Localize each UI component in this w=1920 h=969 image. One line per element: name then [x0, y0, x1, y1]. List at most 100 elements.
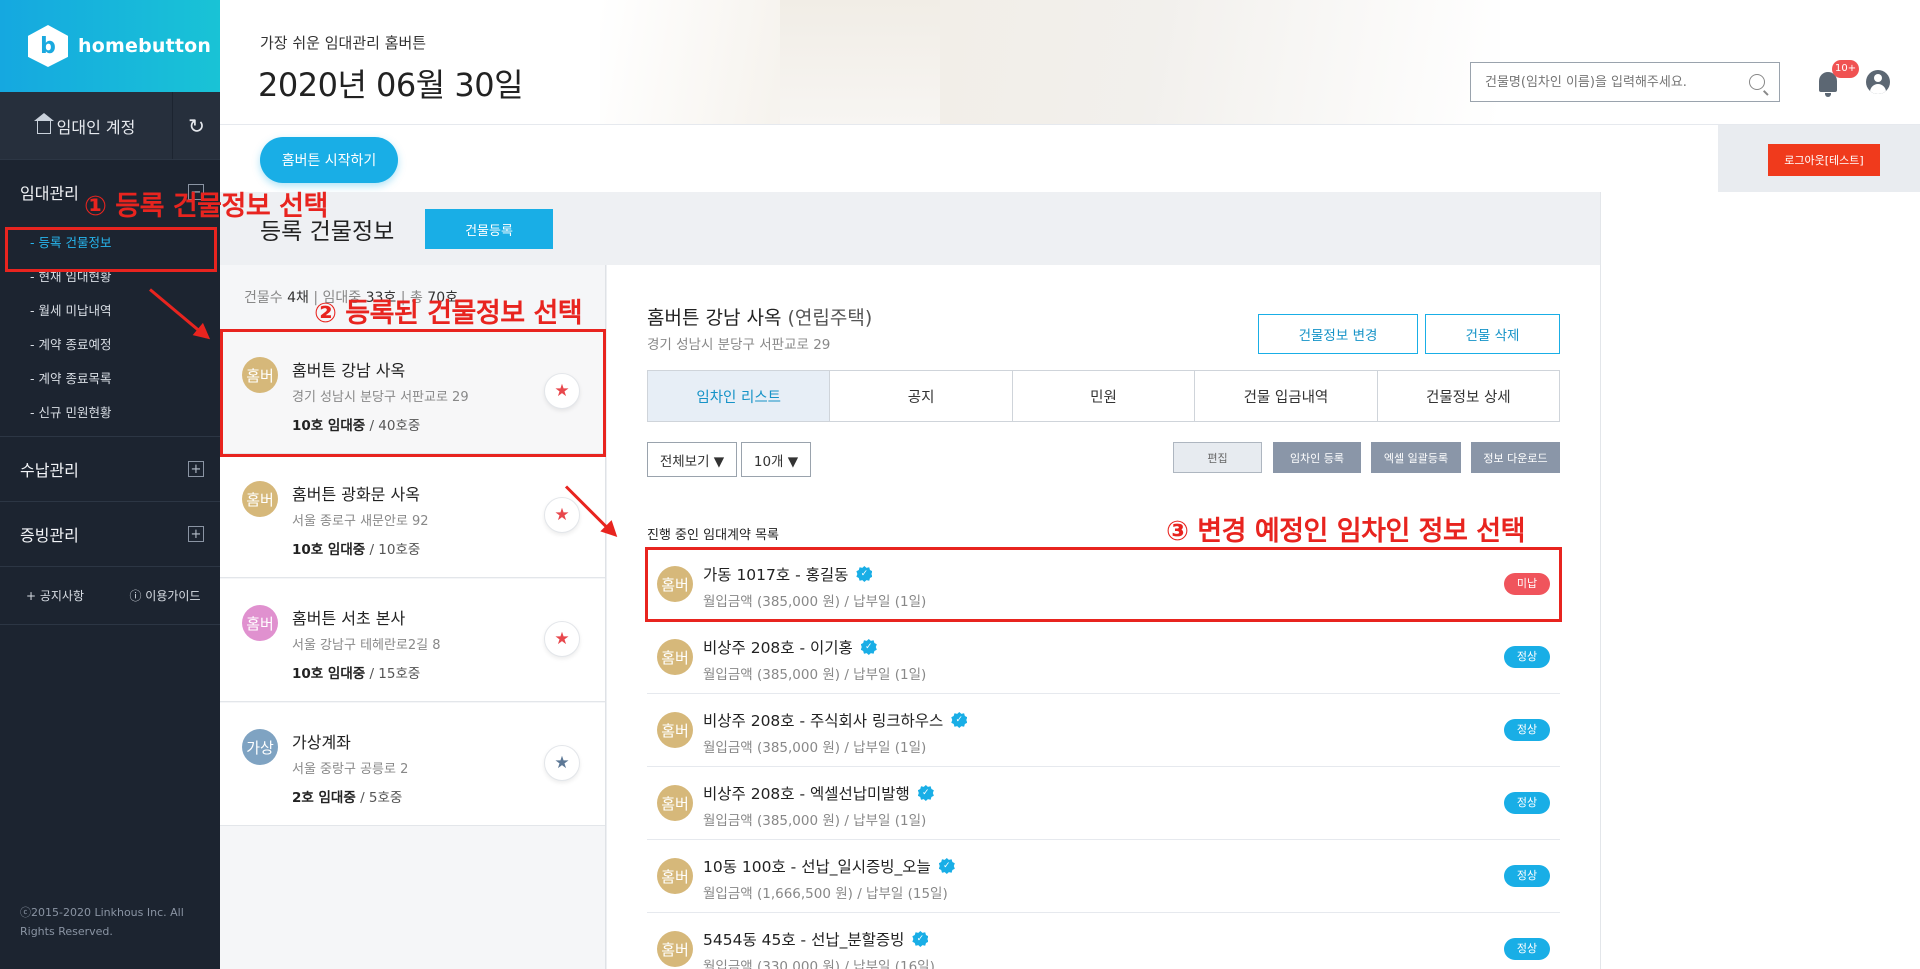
units-total: / 10호중: [369, 542, 421, 558]
verified-icon: ✓: [938, 858, 955, 874]
tab-tenant-list[interactable]: 임차인 리스트: [648, 371, 831, 421]
date-title: 2020년 06월 30일: [258, 66, 524, 104]
register-building-button[interactable]: 건물등록: [425, 209, 553, 249]
side-links: + 공지사항 ⓘ 이용가이드: [0, 567, 220, 625]
building-avatar: 홈버: [242, 357, 278, 393]
building-card[interactable]: 가상 가상계좌 서울 중랑구 공릉로 2 2호 임대중 / 5호중 ★: [220, 703, 605, 826]
logo[interactable]: b homebutton: [0, 0, 220, 92]
download-info-button[interactable]: 정보 다운로드: [1471, 442, 1560, 473]
tenant-name: 10동 100호 - 선납_일시증빙_오늘 ✓: [703, 855, 955, 877]
tenant-row[interactable]: 홈버 10동 100호 - 선납_일시증빙_오늘 ✓ 월입금액 (1,666,50…: [647, 840, 1560, 913]
building-card[interactable]: 홈버 홈버튼 서초 본사 서울 강남구 테헤란로2길 8 10호 임대중 / 1…: [220, 579, 605, 702]
menu-head-receipts[interactable]: 증빙관리 +: [0, 502, 220, 566]
tenant-avatar: 홈버: [657, 566, 693, 602]
search-box: [1470, 62, 1780, 102]
detail-building-name: 홈버튼 강남 사옥: [647, 307, 782, 329]
building-units: 10호 임대중 / 40호중: [292, 414, 420, 434]
page-size-select[interactable]: 10개 ▼: [741, 442, 811, 477]
tenant-name-text: 비상주 208호 - 엑셀선납미발행: [703, 785, 910, 803]
search-input[interactable]: [1485, 74, 1749, 90]
verified-icon: ✓: [912, 931, 929, 947]
sub-item-ended[interactable]: - 계약 종료목록: [0, 360, 220, 394]
stat-label: 건물수: [244, 290, 283, 306]
tenant-avatar: 홈버: [657, 712, 693, 748]
top-bar: 홈버튼 시작하기 로그아웃[테스트]: [220, 124, 1920, 193]
tenant-row[interactable]: 홈버 5454동 45호 - 선납_분할증빙 ✓ 월입금액 (330,000 원)…: [647, 913, 1560, 969]
sub-item-current-rentals[interactable]: - 현재 임대현황: [0, 258, 220, 292]
sub-item-complaints[interactable]: - 신규 민원현황: [0, 394, 220, 428]
tenant-row[interactable]: 홈버 비상주 208호 - 이기홍 ✓ 월입금액 (385,000 원) / 납부…: [647, 621, 1560, 694]
tab-complaints[interactable]: 민원: [1012, 371, 1196, 421]
tab-notice[interactable]: 공지: [830, 371, 1013, 421]
delete-building-button[interactable]: 건물 삭제: [1425, 314, 1560, 354]
verified-icon: ✓: [856, 566, 873, 582]
header-background-building: [780, 0, 940, 124]
register-tenant-button[interactable]: 임차인 등록: [1273, 442, 1361, 473]
favorite-star-icon[interactable]: ★: [544, 497, 580, 533]
detail-building-type: (연립주택): [787, 307, 873, 329]
edit-button[interactable]: 편집: [1173, 442, 1262, 473]
tab-deposits[interactable]: 건물 입금내역: [1195, 371, 1378, 421]
units-total: / 5호중: [360, 790, 403, 806]
logout-button[interactable]: 로그아웃[테스트]: [1768, 144, 1880, 176]
status-badge: 미납: [1504, 573, 1550, 595]
menu-head-label: 임대관리: [20, 184, 79, 203]
building-card[interactable]: 홈버 홈버튼 강남 사옥 경기 성남시 분당구 서판교로 29 10호 임대중 …: [220, 331, 605, 454]
tenant-name: 비상주 208호 - 주식회사 링크하우스 ✓: [703, 709, 968, 731]
tenant-payment-info: 월입금액 (385,000 원) / 납부일 (1일): [703, 667, 927, 683]
copyright: ⓒ2015-2020 Linkhous Inc. All Rights Rese…: [20, 906, 184, 938]
tenant-name-text: 10동 100호 - 선납_일시증빙_오늘: [703, 858, 931, 876]
notice-link[interactable]: + 공지사항: [0, 587, 110, 604]
building-name: 홈버튼 서초 본사: [292, 609, 406, 628]
tenant-row[interactable]: 홈버 비상주 208호 - 엑셀선납미발행 ✓ 월입금액 (385,000 원) …: [647, 767, 1560, 840]
expand-icon[interactable]: +: [188, 461, 204, 477]
guide-link[interactable]: ⓘ 이용가이드: [110, 587, 220, 604]
user-avatar-icon[interactable]: [1866, 70, 1890, 94]
filter-select[interactable]: 전체보기 ▼: [647, 442, 737, 477]
page-title-row: 등록 건물정보 건물등록: [220, 192, 1600, 265]
annotation-text-2: ② 등록된 건물정보 선택: [314, 298, 583, 329]
notification-button[interactable]: 10+: [1816, 60, 1860, 97]
units-rented: 10호 임대중: [292, 542, 366, 558]
building-address: 경기 성남시 분당구 서판교로 29: [292, 390, 469, 405]
refresh-icon[interactable]: ↻: [173, 92, 220, 159]
search-icon[interactable]: [1749, 74, 1765, 90]
sub-item-buildings[interactable]: - 등록 건물정보: [0, 224, 220, 258]
status-badge: 정상: [1504, 938, 1550, 960]
favorite-star-icon[interactable]: ★: [544, 373, 580, 409]
tenant-row[interactable]: 홈버 비상주 208호 - 주식회사 링크하우스 ✓ 월입금액 (385,000 …: [647, 694, 1560, 767]
edit-building-info-button[interactable]: 건물정보 변경: [1258, 314, 1418, 354]
building-detail: 홈버튼 강남 사옥 (연립주택) 경기 성남시 분당구 서판교로 29 건물정보…: [607, 265, 1600, 969]
account-row: 임대인 계정 ↻: [0, 92, 220, 160]
sub-item-ending-soon[interactable]: - 계약 종료예정: [0, 326, 220, 360]
units-total: / 15호중: [369, 666, 421, 682]
tenant-avatar: 홈버: [657, 858, 693, 894]
favorite-star-icon[interactable]: ★: [544, 621, 580, 657]
excel-bulk-register-button[interactable]: 엑셀 일괄등록: [1371, 442, 1461, 473]
logo-text: homebutton: [78, 35, 212, 57]
favorite-star-icon[interactable]: ★: [544, 745, 580, 781]
right-panel: [1600, 192, 1920, 969]
tenant-row[interactable]: 홈버 가동 1017호 - 홍길동 ✓ 월입금액 (385,000 원) / 납부…: [647, 548, 1560, 621]
detail-address: 경기 성남시 분당구 서판교로 29: [647, 337, 831, 353]
verified-icon: ✓: [951, 712, 968, 728]
menu-head-payments[interactable]: 수납관리 +: [0, 437, 220, 501]
start-homebutton-button[interactable]: 홈버튼 시작하기: [260, 137, 398, 183]
building-units: 10호 임대중 / 15호중: [292, 662, 420, 682]
tab-building-detail[interactable]: 건물정보 상세: [1377, 371, 1560, 421]
account-button[interactable]: 임대인 계정: [0, 92, 173, 159]
tenant-payment-info: 월입금액 (385,000 원) / 납부일 (1일): [703, 594, 927, 610]
status-badge: 정상: [1504, 719, 1550, 741]
building-avatar: 홈버: [242, 605, 278, 641]
expand-icon[interactable]: +: [188, 526, 204, 542]
building-avatar: 가상: [242, 729, 278, 765]
building-list-panel: 건물수 4채 | 임대중 33호 | 총 70호 홈버 홈버튼 강남 사옥 경기…: [220, 265, 606, 969]
menu-group-payments: 수납관리 +: [0, 437, 220, 502]
menu-head-label: 수납관리: [20, 461, 79, 480]
building-avatar: 홈버: [242, 481, 278, 517]
units-rented: 10호 임대중: [292, 418, 366, 434]
building-name: 홈버튼 강남 사옥: [292, 361, 406, 380]
building-card[interactable]: 홈버 홈버튼 광화문 사옥 서울 종로구 새문안로 92 10호 임대중 / 1…: [220, 455, 605, 578]
tenant-payment-info: 월입금액 (330,000 원) / 납부일 (16일): [703, 959, 935, 969]
notification-badge: 10+: [1832, 60, 1860, 78]
